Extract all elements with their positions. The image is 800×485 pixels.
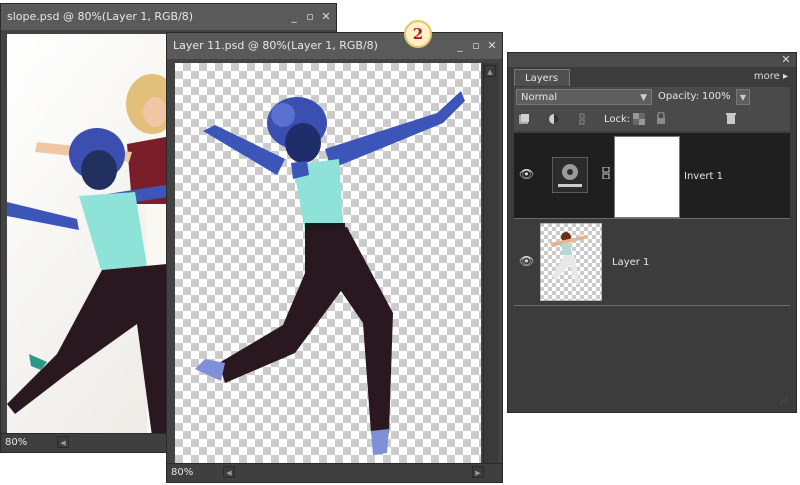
resize-grip-icon[interactable]: ⋰ <box>780 396 792 408</box>
layer-name[interactable]: Layer 1 <box>612 257 649 268</box>
opacity-label: Opacity: <box>658 91 700 102</box>
lock-transparency-icon[interactable] <box>633 113 645 125</box>
opacity-input[interactable]: 100% <box>702 90 735 104</box>
layer-mask-thumbnail[interactable] <box>614 136 680 218</box>
layers-panel: ✕ Layers more ▸ Normal ▼ Opacity: 100% ▼… <box>507 52 797 413</box>
layer-row-invert-1[interactable]: 👁 Invert 1 <box>514 133 790 219</box>
chevron-down-icon: ▼ <box>640 93 647 103</box>
tab-layers[interactable]: Layers <box>514 69 570 86</box>
close-button[interactable]: ✕ <box>320 11 332 23</box>
step-badge: 2 <box>404 20 432 48</box>
mask-link-icon[interactable] <box>602 167 610 179</box>
inverted-figure-image <box>195 91 465 455</box>
zoom-level[interactable]: 80% <box>5 437 27 448</box>
adjustment-gear-icon <box>552 157 588 193</box>
blend-mode-value: Normal <box>521 92 558 103</box>
layer-name[interactable]: Invert 1 <box>684 171 723 182</box>
horizontal-scrollbar[interactable]: 80% ◀ ▶ <box>167 463 502 482</box>
scroll-left-button[interactable]: ◀ <box>57 436 69 448</box>
adjustment-layer-icon[interactable] <box>548 113 560 125</box>
panel-titlebar[interactable]: ✕ <box>508 53 796 67</box>
lock-all-icon[interactable] <box>655 112 667 124</box>
layer-row-layer-1[interactable]: 👁 Layer 1 <box>514 219 790 306</box>
window-title: slope.psd @ 80%(Layer 1, RGB/8) <box>7 10 194 23</box>
close-button[interactable]: ✕ <box>486 40 498 52</box>
vertical-scrollbar[interactable]: ▲ <box>483 63 498 465</box>
minimize-button[interactable]: _ <box>288 11 300 23</box>
eye-icon[interactable]: 👁 <box>519 167 534 181</box>
opacity-dropdown-button[interactable]: ▼ <box>736 89 750 105</box>
scroll-right-button[interactable]: ▶ <box>472 466 484 478</box>
scroll-left-button[interactable]: ◀ <box>223 466 235 478</box>
layer-thumbnail[interactable] <box>540 223 602 301</box>
maximize-button[interactable]: ▫ <box>304 11 316 23</box>
maximize-button[interactable]: ▫ <box>470 40 482 52</box>
zoom-level[interactable]: 80% <box>171 467 193 478</box>
link-layers-icon[interactable] <box>576 113 588 125</box>
trash-icon[interactable] <box>725 112 737 124</box>
new-layer-icon[interactable] <box>518 113 530 125</box>
lock-label: Lock: <box>604 114 631 125</box>
document-canvas-transparent[interactable] <box>175 63 481 465</box>
more-menu-button[interactable]: more ▸ <box>754 71 788 82</box>
scroll-up-button[interactable]: ▲ <box>484 65 496 77</box>
close-icon[interactable]: ✕ <box>780 54 792 66</box>
eye-icon[interactable]: 👁 <box>519 254 534 268</box>
minimize-button[interactable]: _ <box>454 40 466 52</box>
document-window-layer11[interactable]: Layer 11.psd @ 80%(Layer 1, RGB/8) _ ▫ ✕ <box>166 32 503 483</box>
window-titlebar[interactable]: slope.psd @ 80%(Layer 1, RGB/8) _ ▫ ✕ <box>1 4 336 30</box>
window-title: Layer 11.psd @ 80%(Layer 1, RGB/8) <box>173 39 378 52</box>
window-titlebar[interactable]: Layer 11.psd @ 80%(Layer 1, RGB/8) _ ▫ ✕ <box>167 33 502 59</box>
blend-mode-select[interactable]: Normal ▼ <box>516 89 652 105</box>
